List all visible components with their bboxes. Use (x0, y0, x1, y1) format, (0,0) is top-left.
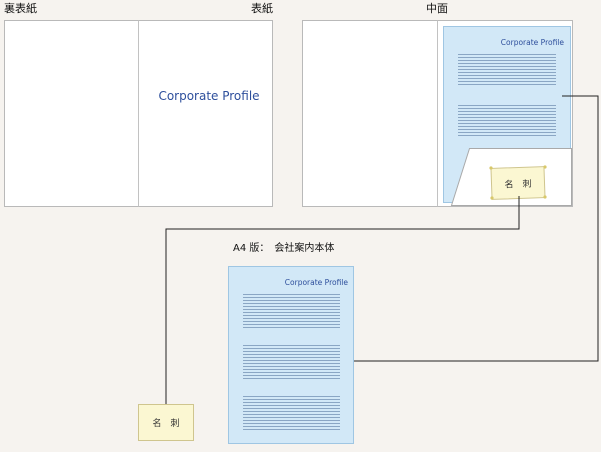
pocket-document-title: Corporate Profile (501, 38, 565, 47)
diagram: 裏表紙 表紙 中面 Corporate Profile Corporate Pr… (0, 0, 601, 448)
a4-document-title: Corporate Profile (285, 278, 349, 287)
layout-diagram: 裏表紙 表紙 中面 Corporate Profile Corporate Pr… (4, 1, 599, 444)
cover-title: Corporate Profile (158, 89, 259, 103)
inside-spread: Corporate Profile 名 刺 (302, 20, 573, 207)
card-corner-dot (489, 166, 493, 170)
pocket-business-card: 名 刺 (490, 166, 546, 200)
a4-caption: A4 版： 会社案内本体 (233, 241, 334, 254)
loose-card-label: 名 刺 (152, 417, 179, 429)
pocket-card-label: 名 刺 (504, 178, 531, 191)
back-cover-label: 裏表紙 (4, 1, 37, 15)
card-corner-dot (543, 165, 547, 169)
loose-business-card: 名 刺 (138, 404, 194, 441)
card-corner-dot (490, 196, 494, 200)
front-cover-label: 表紙 (251, 1, 273, 15)
inside-label: 中面 (426, 2, 448, 15)
a4-document: Corporate Profile (228, 266, 354, 444)
cover-spread: Corporate Profile (4, 20, 273, 207)
card-corner-dot (543, 195, 547, 199)
